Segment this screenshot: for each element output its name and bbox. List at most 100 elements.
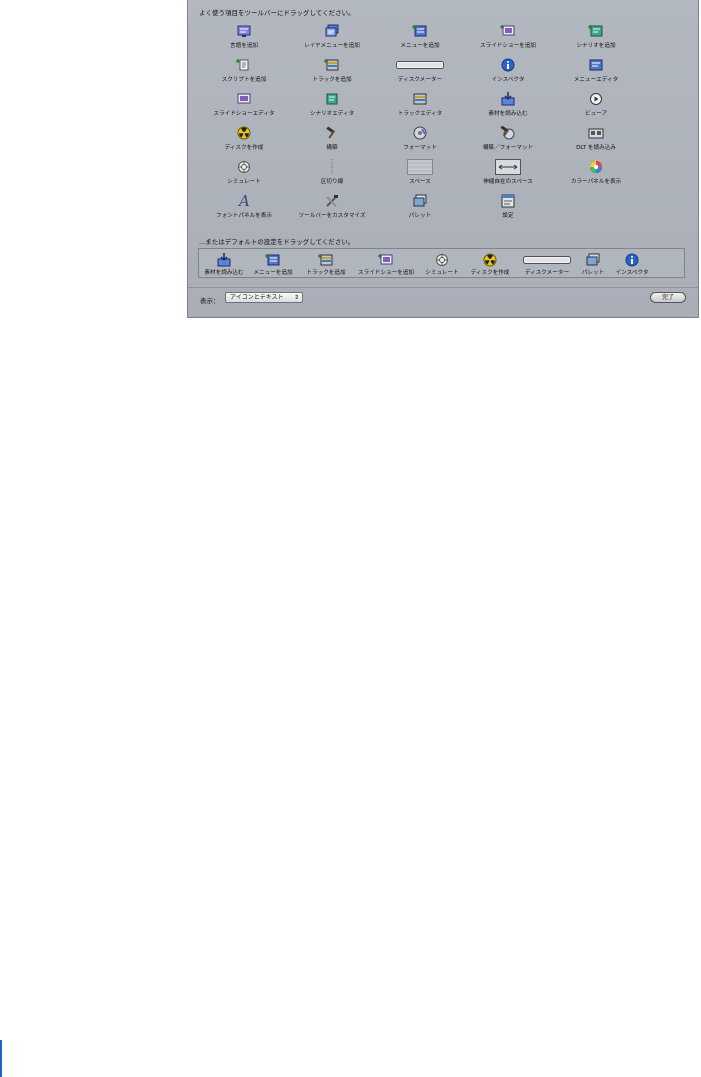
tool-label: メニューを追加 [400,43,440,49]
tool-label: スペース [409,179,431,185]
tool-label: 構築 [326,145,338,151]
instruction-text: よく使う項目をツールバーにドラッグしてください。 [199,9,355,17]
tool-label: ディスクを作成 [470,270,510,276]
track-icon [318,252,334,267]
slideshow-editor-icon [236,90,252,107]
toolbar-item[interactable]: スクリプトを追加 [200,53,288,87]
tool-label: スクリプトを追加 [221,77,267,83]
toolbar-item[interactable]: シナリオを追加 [552,19,640,53]
disc-meter-icon [396,56,444,73]
tool-label: インスペクタ [615,270,649,276]
format-icon [412,124,428,141]
toolbar-item[interactable]: トラックを追加 [288,53,376,87]
toolbar-item[interactable]: メニューを追加 [376,19,464,53]
dlt-icon [588,124,604,141]
default-toolbar-set[interactable]: 素材を読み込む メニューを追加 トラックを追加 スライドショーを追加 シミュレート ディス… [198,248,685,278]
toolbar-item[interactable]: 伸縮自在のスペース [464,155,552,189]
toolbar-item[interactable]: インスペクタ [464,53,552,87]
slideshow-icon [500,22,516,39]
toolbar-item[interactable]: シミュレート [200,155,288,189]
tool-label: メニューエディタ [573,77,619,83]
toolbar-item[interactable]: 構築／フォーマット [464,121,552,155]
tool-label: トラックエディタ [397,111,443,117]
toolbar-item[interactable]: 区切り線 [288,155,376,189]
tool-label: スライドショーエディタ [213,111,275,117]
toolbar-item[interactable]: レイヤメニューを追加 [288,19,376,53]
script-icon [236,56,252,73]
toolbar-item[interactable]: スライドショーエディタ [200,87,288,121]
settings-icon [500,192,516,209]
toolbar-item[interactable]: フォーマット [376,121,464,155]
tool-label: シナリオエディタ [309,111,355,117]
toolbar-item[interactable]: 構築 [288,121,376,155]
default-toolbar-item[interactable]: ディスクを作成 [463,249,517,276]
menu-editor-icon [588,56,604,73]
tool-label: シミュレート [425,270,459,276]
default-toolbar-item[interactable]: トラックを追加 [301,249,351,276]
toolbar-item[interactable]: トラックエディタ [376,87,464,121]
tool-label: インスペクタ [491,77,525,83]
divider [188,287,698,288]
build-hammer-icon [325,124,339,141]
default-toolbar-item[interactable]: 素材を読み込む [203,249,245,276]
default-toolbar-item[interactable]: スライドショーを追加 [351,249,421,276]
chevron-updown-icon: ⇕ [293,294,299,301]
tool-label: フォーマット [403,145,437,151]
toolbar-item[interactable]: スライドショーを追加 [464,19,552,53]
toolbar-item[interactable]: 設定 [464,189,552,223]
toolbar-item[interactable]: シナリオエディタ [288,87,376,121]
show-mode-select[interactable]: アイコンとテキスト ⇕ [225,292,303,303]
default-toolbar-item[interactable]: パレット [577,249,609,276]
tool-label: スライドショーを追加 [358,270,414,276]
tool-label: トラックを追加 [306,270,346,276]
viewer-icon [589,90,603,107]
tool-label: ビューア [584,111,608,117]
burn-icon [237,124,251,141]
default-toolbar-item[interactable]: ディスクメーター [517,249,577,276]
tool-label: 言語を追加 [230,43,258,49]
toolbar-item[interactable]: 言語を追加 [200,19,288,53]
toolbar-item[interactable]: DLT を読み込み [552,121,640,155]
default-toolbar-item[interactable]: メニューを追加 [245,249,301,276]
space-icon [407,158,433,175]
page-margin-bar [0,1040,2,1077]
tool-label: 素材を読み込む [204,270,244,276]
tool-label: レイヤメニューを追加 [304,43,360,49]
default-toolbar-item[interactable]: インスペクタ [609,249,655,276]
inspector-icon [500,56,516,73]
toolbar-item[interactable]: ビューア [552,87,640,121]
done-button[interactable]: 完了 [650,292,686,303]
toolbar-item[interactable]: ディスクを作成 [200,121,288,155]
tool-label: 素材を読み込む [488,111,528,117]
tool-label: 区切り線 [320,179,344,185]
flexible-space-icon [495,158,521,175]
show-label: 表示： [200,297,220,305]
tool-label: フォントパネルを表示 [216,213,272,219]
tool-label: トラックを追加 [312,77,352,83]
show-mode-value: アイコンとテキスト [230,294,284,301]
palette-icon [412,192,428,209]
palette-icon [585,252,601,267]
toolbar-item[interactable]: A フォントパネルを表示 [200,189,288,223]
toolbar-item[interactable]: 素材を読み込む [464,87,552,121]
toolbar-item[interactable]: ツールバーをカスタマイズ [288,189,376,223]
toolbar-item[interactable]: ディスクメーター [376,53,464,87]
tool-label: シナリオを追加 [576,43,616,49]
tool-label: DLT を読み込み [576,145,616,151]
toolbar-item[interactable]: パレット [376,189,464,223]
font-icon: A [237,192,251,209]
tool-label: パレット [581,270,605,276]
customize-tools-icon [324,192,340,209]
toolbar-item[interactable]: スペース [376,155,464,189]
tool-label: ディスクメーター [397,77,443,83]
slideshow-icon [378,252,394,267]
story-icon [588,22,604,39]
toolbar-item[interactable]: メニューエディタ [552,53,640,87]
default-toolbar-item[interactable]: シミュレート [421,249,463,276]
toolbar-item[interactable]: カラーパネルを表示 [552,155,640,189]
tool-label: シミュレート [227,179,261,185]
tool-label: ディスクを作成 [224,145,264,151]
tool-label: 構築／フォーマット [482,145,534,151]
tool-label: カラーパネルを表示 [570,179,622,185]
add-menu-icon [265,252,281,267]
